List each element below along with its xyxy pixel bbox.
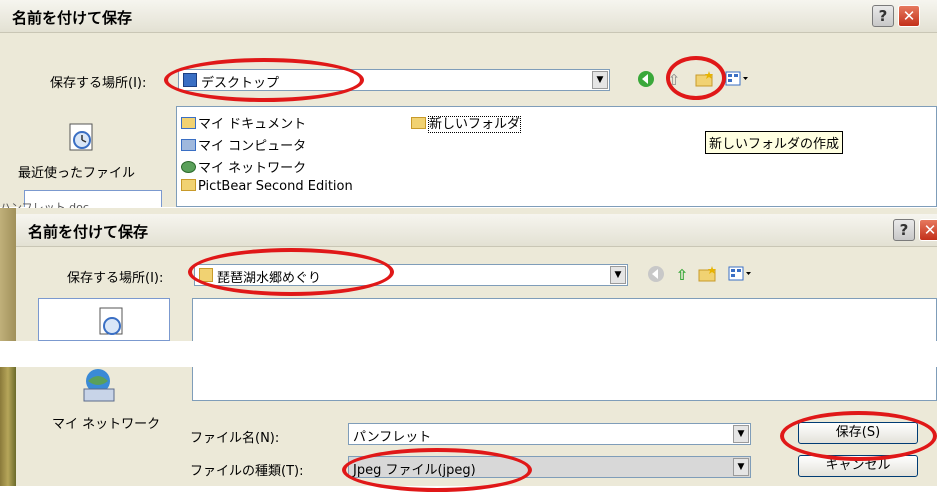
save-button[interactable]: 保存(S)	[798, 422, 918, 444]
up-folder-icon[interactable]: ⇧	[664, 70, 684, 90]
network-icon	[181, 161, 196, 173]
computer-icon	[181, 139, 196, 151]
dialog-title: 名前を付けて保存	[12, 9, 133, 27]
save-as-dialog-bottom: 名前を付けて保存 ? ✕ 保存する場所(I): 琵琶湖水郷めぐり ▼ ⇧	[16, 208, 937, 341]
recent-files-label[interactable]: 最近使ったファイル	[18, 162, 135, 181]
dialog-title: 名前を付けて保存	[28, 223, 149, 241]
list-item[interactable]: マイ ネットワーク	[181, 157, 306, 176]
file-list[interactable]	[192, 298, 937, 341]
back-icon[interactable]	[636, 70, 656, 90]
filetype-value: Jpeg ファイル(jpeg)	[353, 463, 476, 478]
network-icon[interactable]	[78, 367, 120, 405]
filetype-select[interactable]: Jpeg ファイル(jpeg) ▼	[348, 456, 751, 478]
title-bar: 名前を付けて保存 ? ✕	[16, 214, 937, 247]
tooltip: 新しいフォルダの作成	[705, 131, 844, 154]
filename-value: パンフレット	[353, 430, 432, 445]
help-button[interactable]: ?	[893, 219, 915, 241]
filename-field[interactable]: パンフレット ▼	[348, 423, 751, 445]
close-button[interactable]: ✕	[919, 219, 937, 241]
separator	[0, 341, 937, 367]
filename-label: ファイル名(N):	[190, 431, 280, 446]
save-as-dialog-lower: マイ ネットワーク ファイル名(N): パンフレット ▼ ファイルの種類(T):…	[16, 367, 937, 486]
back-icon[interactable]	[646, 265, 666, 285]
background-image-strip	[0, 367, 16, 486]
location-value: 琵琶湖水郷めぐり	[217, 271, 322, 286]
recent-files-icon[interactable]	[68, 122, 96, 154]
chevron-down-icon[interactable]: ▼	[733, 458, 749, 476]
new-folder-icon[interactable]	[695, 70, 715, 90]
location-combo[interactable]: デスクトップ ▼	[178, 69, 610, 91]
location-label: 保存する場所(I):	[67, 271, 164, 286]
file-list[interactable]: マイ ドキュメント マイ コンピュータ マイ ネットワーク PictBear S…	[176, 106, 937, 207]
chevron-down-icon[interactable]: ▼	[592, 71, 608, 89]
location-combo[interactable]: 琵琶湖水郷めぐり ▼	[194, 264, 628, 286]
recent-files-icon[interactable]	[98, 306, 126, 338]
file-list[interactable]	[192, 367, 937, 401]
list-item[interactable]: PictBear Second Edition	[181, 179, 353, 194]
up-folder-icon[interactable]: ⇧	[672, 265, 692, 285]
view-menu-icon[interactable]	[728, 265, 751, 285]
cancel-button[interactable]: キャンセル	[798, 455, 918, 477]
folder-icon	[411, 117, 426, 129]
location-label: 保存する場所(I):	[50, 76, 147, 91]
chevron-down-icon[interactable]: ▼	[610, 266, 626, 284]
location-value: デスクトップ	[201, 76, 280, 91]
filetype-label: ファイルの種類(T):	[190, 464, 304, 479]
new-folder-icon[interactable]	[698, 265, 718, 285]
save-as-dialog-top: 名前を付けて保存 ? ✕ 保存する場所(I): デスクトップ ▼ ⇧ 最近使った…	[0, 0, 937, 207]
list-item[interactable]: マイ ドキュメント	[181, 113, 306, 132]
document-folder-icon	[181, 117, 196, 129]
desktop-icon	[183, 73, 197, 87]
close-button[interactable]: ✕	[898, 5, 920, 27]
chevron-down-icon[interactable]: ▼	[733, 425, 749, 443]
network-label[interactable]: マイ ネットワーク	[52, 413, 160, 432]
list-item[interactable]: 新しいフォルダ	[411, 113, 522, 133]
help-button[interactable]: ?	[872, 5, 894, 27]
list-item[interactable]: マイ コンピュータ	[181, 135, 306, 154]
title-bar: 名前を付けて保存 ? ✕	[0, 0, 937, 33]
folder-icon	[199, 268, 213, 282]
folder-icon	[181, 179, 196, 191]
background-image-strip	[0, 208, 16, 341]
view-menu-icon[interactable]	[725, 70, 748, 90]
